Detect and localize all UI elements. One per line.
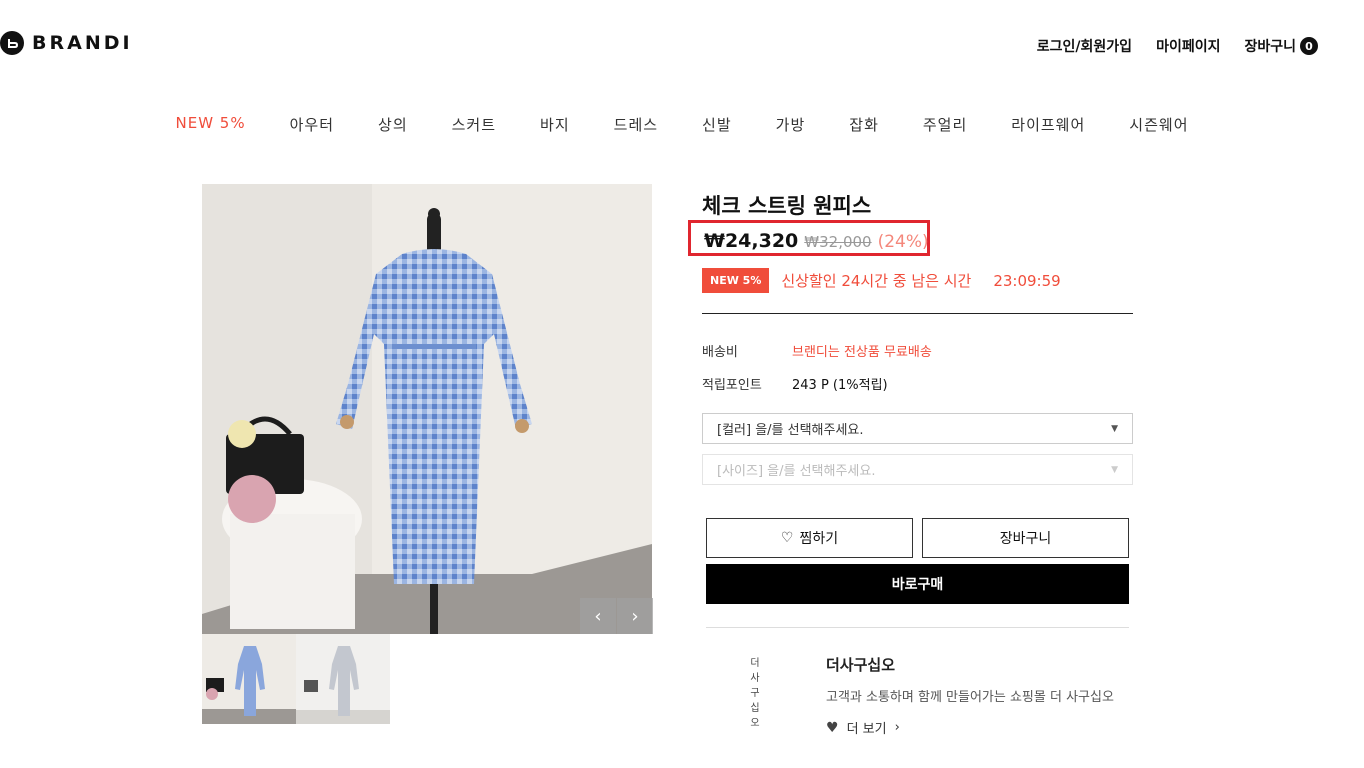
seller-logo-char: 사 (750, 673, 760, 684)
brandi-logo[interactable]: BRANDI (0, 31, 133, 55)
category-outer[interactable]: 아우터 (268, 114, 356, 135)
product-thumbnail-1[interactable] (202, 634, 296, 724)
buy-now-button[interactable]: 바로구매 (706, 564, 1129, 604)
login-link[interactable]: 로그인/회원가입 (1037, 36, 1132, 56)
category-seasonwear[interactable]: 시즌웨어 (1107, 114, 1210, 135)
category-lifewear[interactable]: 라이프웨어 (989, 114, 1107, 135)
next-image-button[interactable]: › (617, 598, 653, 634)
size-select-text: [사이즈] 을/를 선택해주세요. (717, 464, 876, 479)
mypage-link[interactable]: 마이페이지 (1156, 36, 1220, 56)
size-select[interactable]: [사이즈] 을/를 선택해주세요. ▼ (702, 454, 1133, 485)
seller-description: 고객과 소통하며 함께 만들어가는 쇼핑몰 더 사구십오 (826, 690, 1114, 705)
shipping-label: 배송비 (702, 345, 738, 360)
seller-logo-char: 구 (750, 688, 760, 699)
divider (702, 313, 1133, 314)
product-thumbnail-2[interactable] (296, 634, 390, 724)
category-new[interactable]: NEW 5% (154, 114, 268, 135)
prev-image-button[interactable]: ‹ (580, 598, 616, 634)
points-label: 적립포인트 (702, 378, 762, 393)
buy-now-label: 바로구매 (891, 577, 944, 593)
seller-logo-char: 오 (750, 718, 760, 729)
chevron-right-icon: › (631, 605, 639, 627)
seller-more-link[interactable]: ♥ 더 보기 › (826, 718, 900, 738)
product-info: 체크 스트링 원피스 ₩24,320 ₩32,000 (24%) NEW 5% … (688, 188, 1133, 737)
original-price: ₩32,000 (804, 233, 872, 251)
heart-filled-icon[interactable]: ♥ (826, 720, 839, 736)
add-to-cart-button[interactable]: 장바구니 (922, 518, 1129, 558)
category-nav: NEW 5% 아우터 상의 스커트 바지 드레스 신발 가방 잡화 주얼리 라이… (0, 114, 1364, 135)
promo-row: NEW 5% 신상할인 24시간 중 남은 시간 23:09:59 (702, 268, 1061, 293)
color-select-text: [컬러] 을/를 선택해주세요. (717, 423, 864, 438)
logo-text: BRANDI (32, 32, 133, 54)
category-dress[interactable]: 드레스 (592, 114, 680, 135)
category-skirt[interactable]: 스커트 (430, 114, 518, 135)
add-to-cart-label: 장바구니 (999, 531, 1052, 547)
category-bag[interactable]: 가방 (754, 114, 828, 135)
brandi-logo-icon (0, 31, 24, 55)
caret-down-icon: ▼ (1111, 423, 1118, 434)
chevron-right-icon: › (894, 720, 900, 735)
category-goods[interactable]: 잡화 (827, 114, 901, 135)
product-title: 체크 스트링 원피스 (702, 194, 872, 218)
cart-link-label: 장바구니 (1244, 39, 1296, 55)
new-badge: NEW 5% (702, 268, 770, 293)
header-nav: 로그인/회원가입 마이페이지 장바구니 0 (1037, 36, 1318, 56)
price-row: ₩24,320 ₩32,000 (24%) (704, 230, 929, 252)
shipping-row: 배송비 브랜디는 전상품 무료배송 (702, 341, 932, 360)
seller-logo-char: 십 (750, 703, 760, 714)
seller-logo-char: 더 (750, 658, 760, 669)
seller-more-label: 더 보기 (846, 722, 887, 737)
category-jewelry[interactable]: 주얼리 (901, 114, 989, 135)
points-value: 243 P (1%적립) (792, 378, 888, 393)
category-top[interactable]: 상의 (356, 114, 430, 135)
points-row: 적립포인트 243 P (1%적립) (702, 374, 888, 393)
category-shoes[interactable]: 신발 (680, 114, 754, 135)
chevron-left-icon: ‹ (594, 605, 602, 627)
heart-outline-icon: ♡ (780, 530, 794, 546)
wishlist-button[interactable]: ♡ 찜하기 (706, 518, 913, 558)
seller-name[interactable]: 더사구십오 (826, 654, 895, 675)
discount-rate: (24%) (877, 232, 929, 252)
caret-down-icon: ▼ (1111, 464, 1118, 475)
divider (706, 627, 1129, 628)
image-arrow-controls: ‹ › (580, 598, 653, 634)
shipping-value: 브랜디는 전상품 무료배송 (792, 345, 932, 360)
wishlist-button-label: 찜하기 (799, 531, 839, 547)
countdown-timer: 23:09:59 (993, 271, 1061, 290)
product-main-image (202, 184, 652, 634)
color-select[interactable]: [컬러] 을/를 선택해주세요. ▼ (702, 413, 1133, 444)
seller-logo[interactable]: 더 사 구 십 오 (748, 656, 762, 731)
category-pants[interactable]: 바지 (518, 114, 592, 135)
cart-count-badge: 0 (1300, 37, 1318, 55)
sale-price: ₩24,320 (704, 230, 799, 252)
cart-link[interactable]: 장바구니 0 (1244, 36, 1318, 56)
promo-text: 신상할인 24시간 중 남은 시간 (781, 272, 972, 290)
